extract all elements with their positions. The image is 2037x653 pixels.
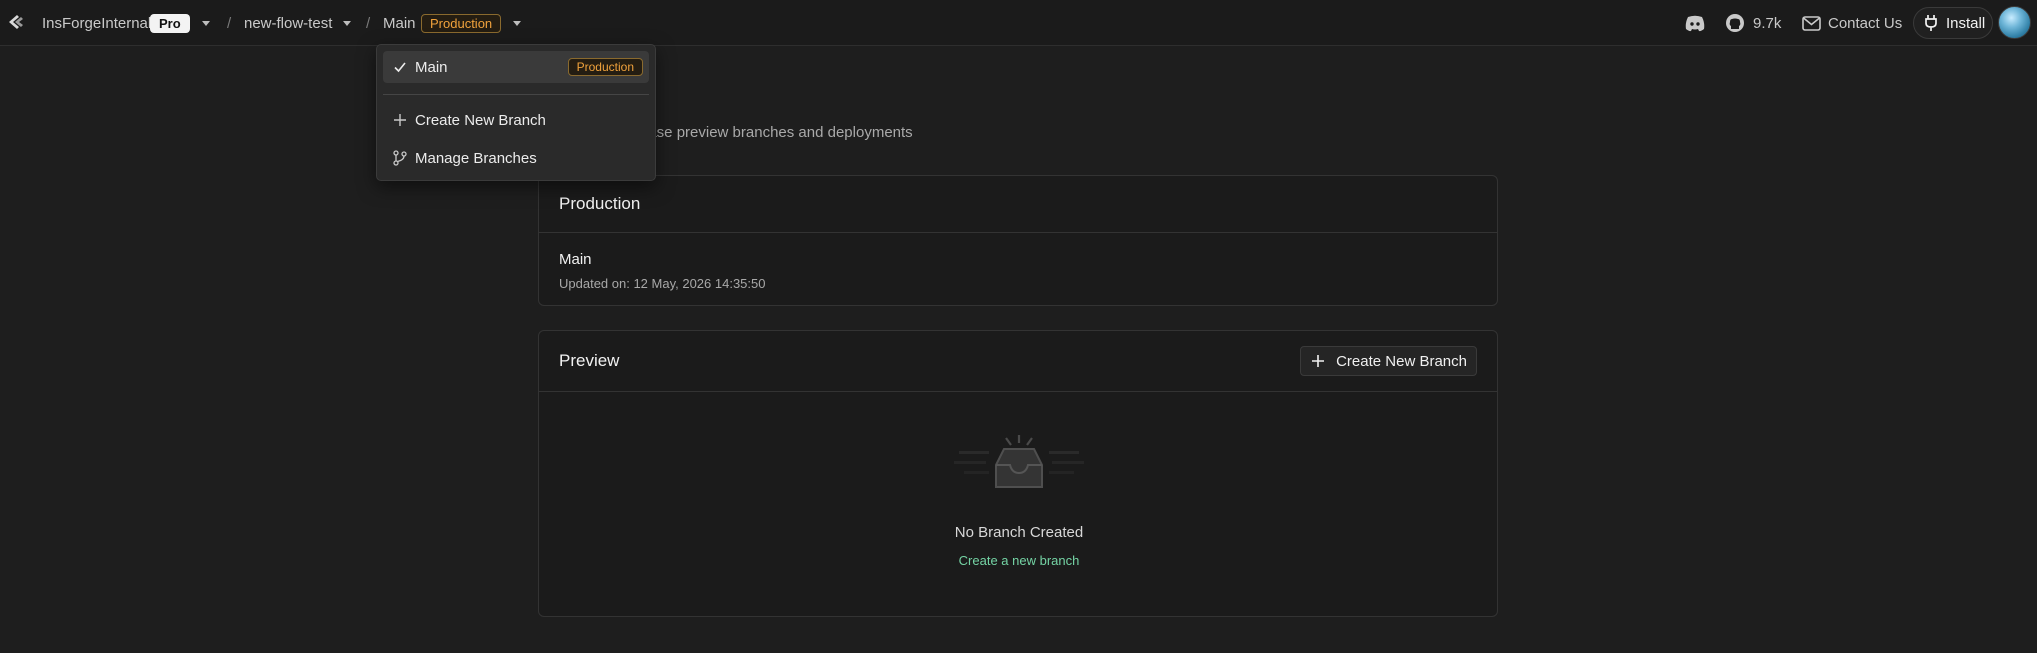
menu-item-create-new-branch-label: Create New Branch: [415, 111, 546, 129]
menu-item-main-label: Main: [415, 58, 448, 76]
org-switcher-dropdown[interactable]: [202, 0, 210, 46]
preview-card-title: Preview: [559, 351, 620, 370]
top-navigation-bar: InsForgeInternal Pro / new-flow-test / M…: [0, 0, 2037, 46]
mail-icon[interactable]: [1802, 15, 1821, 31]
plan-badge-wrap: Pro: [150, 0, 190, 46]
production-updated-timestamp: Updated on: 12 May, 2026 14:35:50: [559, 276, 766, 291]
production-card: Production Main Updated on: 12 May, 2026…: [538, 175, 1498, 306]
discord-link[interactable]: [1684, 0, 1706, 46]
create-new-branch-link[interactable]: Create a new branch: [959, 553, 1080, 568]
contact-us-label[interactable]: Contact Us: [1828, 15, 1902, 32]
empty-state: No Branch Created: [539, 524, 1499, 541]
create-new-branch-button[interactable]: Create New Branch: [1300, 346, 1477, 376]
breadcrumb-separator: /: [366, 14, 371, 32]
production-card-title: Production: [559, 194, 641, 213]
plug-icon[interactable]: [1924, 14, 1938, 32]
production-badge: Production: [421, 13, 502, 33]
project-breadcrumb[interactable]: new-flow-test: [244, 0, 332, 46]
org-name[interactable]: InsForgeInternal: [42, 15, 151, 32]
menu-item-main[interactable]: Main Production: [383, 51, 649, 83]
preview-card: Preview Create New Branch No Branch Crea…: [538, 330, 1498, 617]
github-stars-count[interactable]: 9.7k: [1753, 15, 1781, 32]
menu-item-manage-branches-label: Manage Branches: [415, 149, 537, 167]
branch-dropdown-menu: Main Production Create New Branch Manage…: [376, 44, 656, 181]
menu-production-badge: Production: [567, 58, 643, 76]
user-avatar[interactable]: [1998, 6, 2031, 39]
branch-badge-wrap: Production: [421, 0, 502, 46]
contact-us-link[interactable]: Contact Us: [1802, 0, 1902, 46]
preview-card-header: Preview Create New Branch: [539, 331, 1497, 392]
menu-divider: [383, 94, 649, 95]
empty-state-title: No Branch Created: [954, 524, 1084, 541]
empty-inbox-icon: [954, 435, 1084, 488]
install-button[interactable]: Install: [1913, 7, 1993, 39]
git-branch-icon: [393, 150, 407, 166]
plus-icon: [394, 114, 406, 126]
project-switcher-dropdown[interactable]: [343, 0, 351, 46]
production-branch-row[interactable]: Main Updated on: 12 May, 2026 14:35:50: [539, 233, 1497, 309]
menu-item-manage-branches[interactable]: Manage Branches: [383, 142, 649, 174]
github-link[interactable]: 9.7k: [1725, 0, 1781, 46]
org-breadcrumb[interactable]: InsForgeInternal: [42, 0, 151, 46]
github-icon[interactable]: [1725, 13, 1745, 33]
create-new-branch-label: Create New Branch: [1336, 352, 1467, 370]
breadcrumb-separator: /: [227, 14, 232, 32]
production-branch-name: Main: [559, 251, 592, 268]
project-name[interactable]: new-flow-test: [244, 15, 332, 32]
plus-icon: [1312, 355, 1325, 367]
production-card-header: Production: [539, 176, 1497, 233]
chevron-down-icon[interactable]: [202, 20, 210, 26]
install-label[interactable]: Install: [1946, 15, 1985, 32]
plan-badge: Pro: [150, 13, 190, 33]
chevron-down-icon[interactable]: [343, 20, 351, 26]
menu-item-create-new-branch[interactable]: Create New Branch: [383, 104, 649, 136]
check-icon: [394, 62, 406, 73]
chevron-down-icon[interactable]: [513, 20, 521, 26]
branch-switcher-dropdown[interactable]: [513, 0, 521, 46]
discord-icon[interactable]: [1684, 15, 1706, 32]
page-subtitle: base preview branches and deployments: [640, 124, 913, 141]
branch-name[interactable]: Main: [383, 15, 416, 32]
branch-breadcrumb[interactable]: Main: [383, 0, 416, 46]
insforge-logo-icon[interactable]: [6, 12, 26, 32]
